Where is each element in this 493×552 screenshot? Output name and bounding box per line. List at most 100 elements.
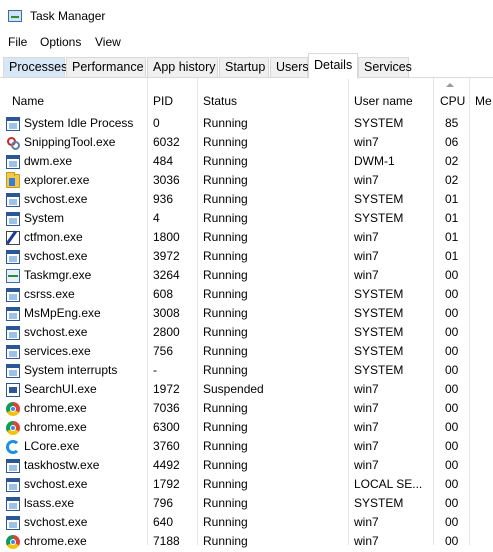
folder-icon [6,172,20,188]
process-status: Running [203,230,248,244]
process-name: svchost.exe [24,192,88,206]
process-cpu: 00 [445,496,459,510]
pen-icon [6,231,20,245]
column-name[interactable]: Name [12,94,44,108]
column-cpu[interactable]: CPU [440,94,465,108]
tab-details[interactable]: Details [308,53,358,79]
process-row[interactable]: SnippingTool.exe 6032 Running win7 06 [0,134,493,153]
process-row[interactable]: chrome.exe 7036 Running win7 00 [0,400,493,419]
process-cpu: 01 [445,230,459,244]
process-status: Running [203,306,248,320]
menu-view[interactable]: View [95,35,121,49]
window-icon [6,250,20,264]
process-name: System [24,211,65,225]
process-name: System interrupts [24,363,118,377]
process-user-name: win7 [354,534,379,548]
menu-options[interactable]: Options [40,35,81,49]
process-user-name: LOCAL SE... [354,477,423,491]
process-pid: 2800 [153,325,180,339]
process-row[interactable]: Taskmgr.exe 3264 Running win7 00 [0,267,493,286]
tab-processes[interactable]: Processes [3,57,67,78]
process-name: svchost.exe [24,325,88,339]
process-user-name: SYSTEM [354,211,404,225]
column-status[interactable]: Status [203,94,237,108]
process-row[interactable]: svchost.exe 936 Running SYSTEM 01 [0,191,493,210]
title-bar: Task Manager [0,0,493,32]
process-row[interactable]: svchost.exe 3972 Running win7 01 [0,248,493,267]
process-row[interactable]: System interrupts - Running SYSTEM 00 [0,362,493,381]
process-row[interactable]: svchost.exe 640 Running win7 00 [0,514,493,533]
process-row[interactable]: ctfmon.exe 1800 Running win7 01 [0,229,493,248]
process-pid: - [153,363,157,377]
process-user-name: win7 [354,515,379,529]
process-status: Running [203,534,248,548]
process-row[interactable]: SearchUI.exe 1972 Suspended win7 00 [0,381,493,400]
process-row[interactable]: csrss.exe 608 Running SYSTEM 00 [0,286,493,305]
process-row[interactable]: chrome.exe 6300 Running win7 00 [0,419,493,438]
process-pid: 756 [153,344,174,358]
process-pid: 3264 [153,268,180,282]
process-name: chrome.exe [24,420,87,434]
process-cpu: 00 [445,306,459,320]
window-icon [6,288,20,302]
lcore-icon [6,440,20,454]
window-icon [6,193,20,207]
tab-startup[interactable]: Startup [219,57,269,78]
process-name: svchost.exe [24,515,88,529]
process-status: Running [203,192,248,206]
process-pid: 3972 [153,249,180,263]
window-icon [6,364,20,378]
process-row[interactable]: chrome.exe 7188 Running win7 00 [0,533,493,552]
tab-services[interactable]: Services [358,57,412,78]
sort-descending-icon [446,83,454,87]
process-row[interactable]: LCore.exe 3760 Running win7 00 [0,438,493,457]
process-name: System Idle Process [24,116,134,130]
column-user-name[interactable]: User name [354,94,413,108]
process-user-name: win7 [354,249,379,263]
process-cpu: 01 [445,211,459,225]
process-pid: 3760 [153,439,180,453]
process-pid: 640 [153,515,174,529]
process-row[interactable]: System 4 Running SYSTEM 01 [0,210,493,229]
chrome-icon [6,402,20,416]
process-cpu: 02 [445,154,459,168]
window-icon [6,497,20,511]
process-status: Running [203,325,248,339]
column-pid[interactable]: PID [153,94,173,108]
process-row[interactable]: svchost.exe 2800 Running SYSTEM 00 [0,324,493,343]
process-status: Running [203,116,248,130]
process-row[interactable]: lsass.exe 796 Running SYSTEM 00 [0,495,493,514]
process-row[interactable]: System Idle Process 0 Running SYSTEM 85 [0,115,493,134]
process-status: Running [203,268,248,282]
process-user-name: win7 [354,439,379,453]
tab-app-history[interactable]: App history [147,57,218,78]
process-cpu: 00 [445,515,459,529]
column-memory[interactable]: Me [475,94,492,108]
process-user-name: win7 [354,420,379,434]
process-user-name: win7 [354,230,379,244]
process-cpu: 00 [445,268,459,282]
tab-performance[interactable]: Performance [66,57,146,78]
menu-bar: File Options View [0,32,493,52]
process-row[interactable]: services.exe 756 Running SYSTEM 00 [0,343,493,362]
process-status: Running [203,401,248,415]
process-user-name: win7 [354,382,379,396]
process-row[interactable]: dwm.exe 484 Running DWM-1 02 [0,153,493,172]
process-pid: 484 [153,154,174,168]
process-user-name: win7 [354,135,379,149]
process-row[interactable]: taskhostw.exe 4492 Running win7 00 [0,457,493,476]
process-pid: 7036 [153,401,180,415]
process-user-name: SYSTEM [354,496,404,510]
window-icon [6,212,20,226]
process-pid: 3008 [153,306,180,320]
process-row[interactable]: svchost.exe 1792 Running LOCAL SE... 00 [0,476,493,495]
process-pid: 4 [153,211,160,225]
process-row[interactable]: explorer.exe 3036 Running win7 02 [0,172,493,191]
process-row[interactable]: MsMpEng.exe 3008 Running SYSTEM 00 [0,305,493,324]
process-name: services.exe [24,344,91,358]
process-user-name: SYSTEM [354,344,404,358]
process-pid: 3036 [153,173,180,187]
tab-users[interactable]: Users [270,57,309,78]
process-name: explorer.exe [24,173,90,187]
menu-file[interactable]: File [8,35,27,49]
